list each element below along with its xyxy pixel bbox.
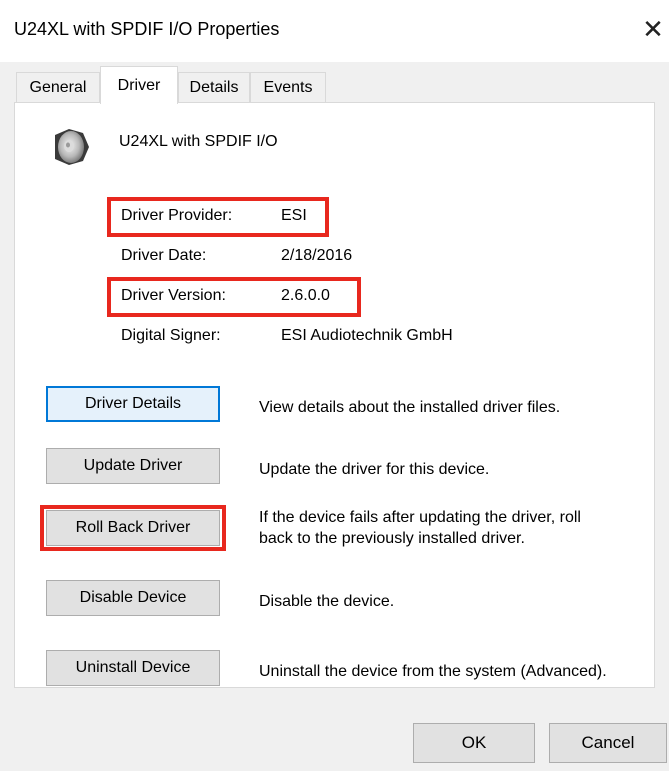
tab-events[interactable]: Events [250, 72, 326, 102]
highlight-driver-version [107, 277, 361, 317]
driver-tab-panel: U24XL with SPDIF I/O Driver Provider: ES… [14, 102, 655, 688]
window-title: U24XL with SPDIF I/O Properties [14, 19, 280, 39]
title-bar: U24XL with SPDIF I/O Properties ✕ [0, 0, 669, 62]
digital-signer-value: ESI Audiotechnik GmbH [281, 327, 453, 344]
driver-details-description: View details about the installed driver … [259, 399, 561, 416]
driver-date-label: Driver Date: [121, 247, 207, 264]
highlight-driver-provider [107, 197, 329, 237]
roll-back-description-line2: back to the previously installed driver. [259, 530, 525, 547]
speaker-icon [55, 129, 89, 165]
disable-device-description: Disable the device. [259, 593, 395, 610]
tab-details[interactable]: Details [178, 72, 250, 102]
roll-back-driver-description: If the device fails after updating the d… [259, 507, 649, 549]
update-driver-description: Update the driver for this device. [259, 461, 490, 478]
uninstall-device-description: Uninstall the device from the system (Ad… [259, 663, 607, 680]
uninstall-device-button[interactable]: Uninstall Device [46, 650, 220, 686]
device-name: U24XL with SPDIF I/O [119, 133, 278, 150]
disable-device-button[interactable]: Disable Device [46, 580, 220, 616]
cancel-button[interactable]: Cancel [549, 723, 667, 763]
tab-driver[interactable]: Driver [100, 66, 178, 104]
driver-date-value: 2/18/2016 [281, 247, 353, 264]
tab-general[interactable]: General [16, 72, 100, 102]
close-icon[interactable]: ✕ [640, 14, 666, 44]
roll-back-description-line1: If the device fails after updating the d… [259, 509, 581, 526]
update-driver-button[interactable]: Update Driver [46, 448, 220, 484]
highlight-roll-back-driver [40, 505, 226, 551]
ok-button[interactable]: OK [413, 723, 535, 763]
driver-details-button[interactable]: Driver Details [46, 386, 220, 422]
digital-signer-label: Digital Signer: [121, 327, 221, 344]
